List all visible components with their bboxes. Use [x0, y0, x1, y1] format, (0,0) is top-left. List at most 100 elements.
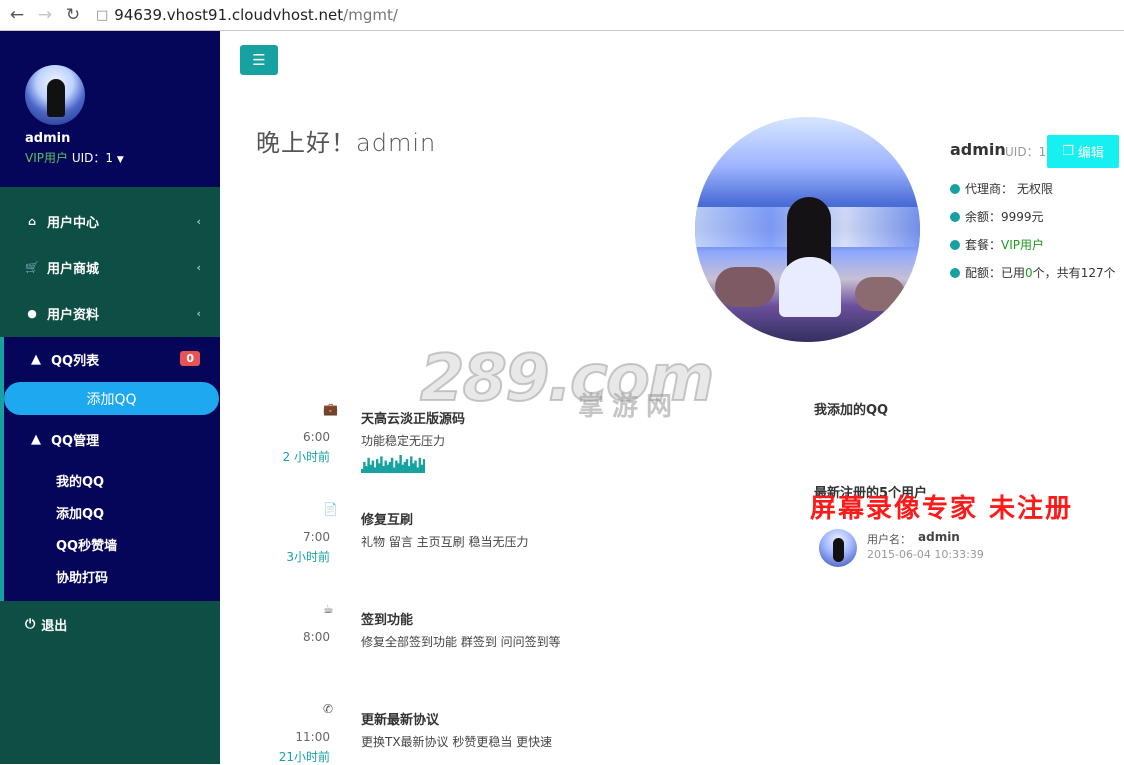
power-icon: ⏻ [25, 616, 36, 632]
watermark-recorder: 屏幕录像专家 未注册 [810, 494, 1074, 524]
user-icon: ● [27, 306, 37, 320]
info-row-package: 套餐： VIP用户 [950, 236, 1044, 253]
sparkline-bar [420, 464, 424, 473]
timeline-title: 签到功能 [361, 613, 414, 628]
sidebar-item-qq-manage[interactable]: ▲ QQ管理 [4, 424, 220, 454]
sparkline-bar [418, 457, 422, 473]
sidebar-link-qq-like-wall[interactable]: QQ秒赞墙 [56, 535, 117, 554]
timeline-time: 6:00 [303, 430, 330, 444]
chevron-left-icon: ‹ [196, 214, 201, 228]
url-path: /mgmt/ [343, 6, 398, 24]
sidebar-link-add-qq[interactable]: 添加QQ [56, 503, 104, 522]
timeline-title: 修复互刷 [361, 513, 414, 528]
info-value: VIP用户 [1001, 238, 1045, 252]
sparkline-bar [390, 457, 394, 473]
avatar[interactable] [819, 529, 857, 567]
sparkline-bar [369, 464, 372, 473]
new-user-name: admin [918, 530, 960, 544]
sidebar-item-user-profile[interactable]: ● 用户资料 ‹ [0, 298, 220, 328]
info-label: 余额： [965, 210, 1002, 224]
bullet-dot [950, 183, 960, 194]
bullet-dot [950, 239, 960, 250]
copy-icon: ❐ [1062, 144, 1074, 159]
timeline-title: 天高云淡正版源码 [361, 412, 466, 427]
qq-icon: ▲ [31, 431, 41, 447]
edit-button[interactable]: ❐ 编辑 [1047, 135, 1119, 168]
caret-down-icon: ▼ [116, 155, 124, 165]
sidebar-item-qq-list[interactable]: ▲ QQ列表 0 [4, 344, 220, 374]
sidebar-item-user-mall[interactable]: 🛒 用户商城 ‹ [0, 252, 220, 282]
add-qq-button[interactable]: 添加QQ [4, 382, 219, 415]
timeline-time: 11:00 [295, 730, 330, 744]
sparkline-bar [380, 456, 383, 473]
chevron-left-icon: ‹ [196, 306, 201, 320]
timeline-ago: 21小时前 [278, 750, 330, 764]
sparkline-bar [414, 460, 417, 473]
sparkline-bar [397, 463, 400, 473]
sparkline-bar [405, 459, 409, 473]
sidebar-submenu: ▲ QQ列表 0 添加QQ ▲ QQ管理 我的QQ 添加QQ QQ秒赞墙 协助打… [0, 337, 220, 601]
sparkline-bar [407, 466, 411, 473]
info-label: 套餐： [965, 238, 1002, 252]
sparkline-bar [403, 461, 407, 473]
quota-used: 0 [1025, 265, 1033, 280]
info-row-quota: 配额： 已用 0 个，共有 127 个 [950, 264, 1116, 281]
count-badge: 0 [180, 351, 200, 366]
user-card-name: admin [950, 140, 1006, 159]
info-label: 配额： [965, 266, 1002, 280]
sparkline-bar [410, 456, 413, 473]
info-value: 9999元 [1001, 210, 1044, 224]
info-label: 代理商： [965, 182, 1014, 196]
bullet-dot [950, 211, 960, 222]
sparkline-bar [373, 467, 377, 473]
timeline-desc: 更换TX最新协议 秒赞更稳当 更快速 [361, 735, 553, 749]
address-bar[interactable]: □ 94639.vhost91.cloudvhost.net /mgmt/ [96, 6, 398, 24]
phone-icon: ✆ [323, 702, 334, 716]
sparkline-bar [399, 455, 402, 473]
sidebar-item-label: 用户商城 [47, 261, 100, 277]
sparkline-bar [386, 464, 390, 473]
profile-username: admin [25, 131, 71, 146]
profile-level[interactable]: VIP用户 UID：1 ▼ [25, 149, 124, 166]
profile-uid: UID：1 [68, 151, 114, 165]
url-domain: 94639.vhost91.cloudvhost.net [114, 6, 344, 24]
avatar[interactable] [25, 65, 85, 125]
profile-level-text: VIP用户 [25, 151, 68, 165]
sparkline-bar [361, 468, 364, 473]
sparkline-bar [401, 464, 404, 473]
reload-icon[interactable]: ↻ [62, 4, 84, 26]
forward-arrow-icon[interactable]: → [34, 4, 56, 26]
timeline-ago: 2 小时前 [282, 450, 330, 464]
sidebar-item-label: 用户资料 [47, 307, 100, 323]
back-arrow-icon[interactable]: ← [6, 4, 28, 26]
menu-toggle-button[interactable]: ☰ [240, 45, 278, 75]
user-card-uid: UID：1 [1005, 145, 1047, 159]
info-row-balance: 余额： 9999元 [950, 208, 1044, 225]
sparkline-bar [371, 460, 375, 473]
sparkline-bar [367, 457, 370, 473]
sparkline-bar [412, 463, 415, 473]
sparkline-bar [378, 463, 381, 473]
timeline-desc: 礼物 留言 主页互刷 稳当无压力 [361, 535, 529, 549]
quota-post: 个 [1103, 266, 1116, 280]
logout-button[interactable]: ⏻ 退出 [0, 609, 220, 639]
qq-icon: ▲ [31, 351, 41, 367]
edit-label: 编辑 [1077, 146, 1104, 161]
file-icon: 📄 [323, 502, 338, 516]
hamburger-icon: ☰ [252, 51, 266, 69]
profile-photo [695, 117, 920, 342]
sidebar-item-user-center[interactable]: ⌂ 用户中心 ‹ [0, 206, 220, 236]
sidebar-item-label: QQ管理 [51, 433, 100, 449]
quota-pre: 已用 [1001, 266, 1026, 280]
timeline-desc: 修复全部签到功能 群签到 问问签到等 [361, 635, 561, 649]
info-row-agent: 代理商： 无权限 [950, 180, 1053, 197]
sidebar-profile: admin VIP用户 UID：1 ▼ [0, 31, 220, 187]
sidebar: admin VIP用户 UID：1 ▼ ⌂ 用户中心 ‹ 🛒 用户商城 ‹ ● … [0, 31, 220, 764]
watermark-logo-sub: 掌游网 [578, 392, 681, 422]
cart-icon: 🛒 [25, 260, 39, 274]
sparkline-bar [422, 459, 425, 473]
sparkline-bar [363, 461, 366, 473]
sparkline-bar [382, 466, 385, 473]
sidebar-link-my-qq[interactable]: 我的QQ [56, 471, 104, 490]
sidebar-link-captcha-help[interactable]: 协助打码 [56, 567, 108, 586]
